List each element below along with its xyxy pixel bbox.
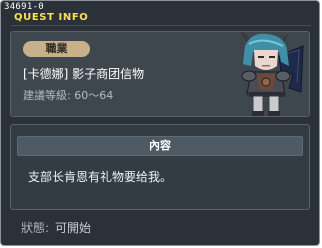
npc-info-panel: 職業 [卡德娜] 影子商团信物 建議等級: 60～64 [10, 31, 310, 117]
npc-name: [卡德娜] 影子商团信物 [23, 67, 145, 81]
title-divider [11, 25, 311, 26]
status-value: 可開始 [55, 221, 92, 235]
quest-status: 狀態: 可開始 [21, 220, 91, 236]
job-tab[interactable]: 職業 [23, 41, 90, 57]
recommended-level: 建議等級: 60～64 [23, 89, 114, 102]
content-header: 內容 [17, 136, 303, 156]
quest-description: 支部长肯恩有礼物要给我。 [28, 170, 173, 184]
status-label: 狀態: [21, 221, 50, 235]
quest-content-panel: 內容 支部长肯恩有礼物要给我。 [10, 124, 310, 210]
quest-info-window: 34691-0 QUEST INFO 職業 [卡德娜] 影子商团信物 建議等級:… [0, 0, 320, 246]
window-title: QUEST INFO [14, 12, 89, 23]
quest-id: 34691-0 [4, 2, 45, 12]
npc-portrait-icon [240, 32, 304, 116]
